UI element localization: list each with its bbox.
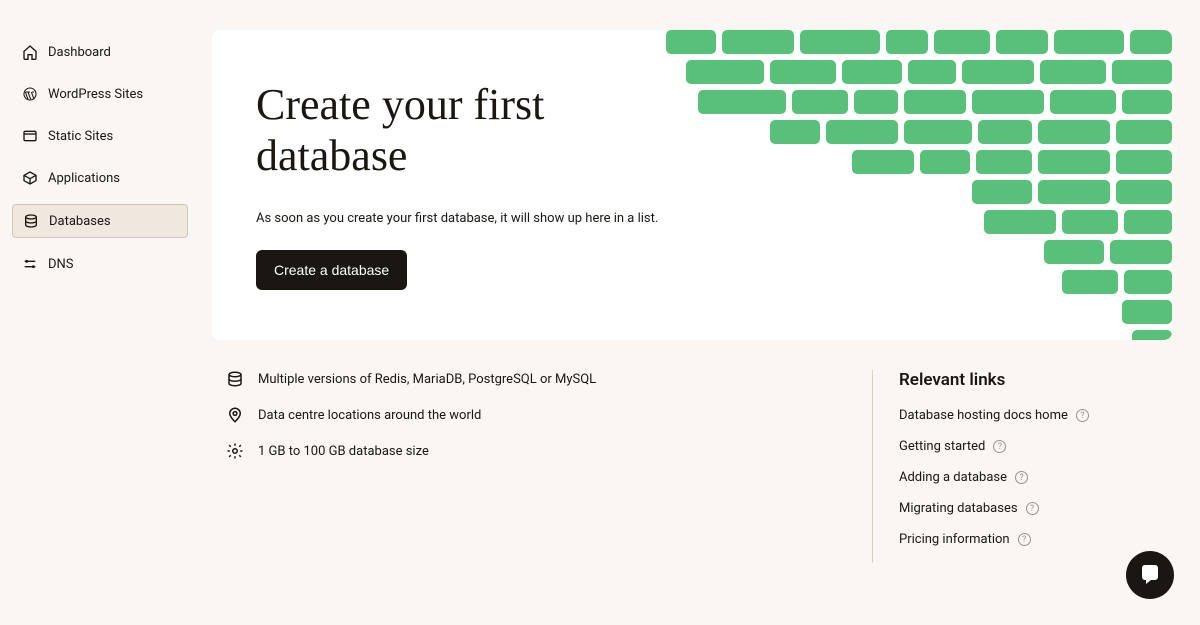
applications-icon bbox=[22, 170, 38, 186]
wordpress-icon bbox=[22, 86, 38, 102]
chat-button[interactable] bbox=[1126, 551, 1174, 599]
features-list: Multiple versions of Redis, MariaDB, Pos… bbox=[226, 370, 848, 563]
sidebar-item-wordpress[interactable]: WordPress Sites bbox=[12, 78, 188, 110]
feature-item: Data centre locations around the world bbox=[226, 406, 848, 424]
decorative-bricks bbox=[612, 30, 1172, 340]
links-title: Relevant links bbox=[899, 370, 1172, 390]
main-content: Create your first database As soon as yo… bbox=[200, 0, 1200, 625]
hero-subtitle: As soon as you create your first databas… bbox=[256, 211, 676, 226]
hero-title-line1: Create your first bbox=[256, 80, 544, 129]
static-icon bbox=[22, 128, 38, 144]
link-docs-home[interactable]: Database hosting docs home ? bbox=[899, 408, 1172, 423]
sidebar-label: Applications bbox=[48, 171, 120, 186]
sidebar-item-static[interactable]: Static Sites bbox=[12, 120, 188, 152]
sidebar: Dashboard WordPress Sites Static Sites A… bbox=[0, 0, 200, 625]
dns-icon bbox=[22, 256, 38, 272]
create-database-button[interactable]: Create a database bbox=[256, 250, 407, 290]
location-icon bbox=[226, 406, 244, 424]
help-icon: ? bbox=[1015, 471, 1028, 484]
link-text: Migrating databases bbox=[899, 501, 1018, 516]
feature-text: Data centre locations around the world bbox=[258, 408, 481, 423]
sidebar-label: WordPress Sites bbox=[48, 87, 143, 102]
link-getting-started[interactable]: Getting started ? bbox=[899, 439, 1172, 454]
chat-icon bbox=[1138, 563, 1162, 587]
feature-text: 1 GB to 100 GB database size bbox=[258, 444, 429, 459]
sidebar-item-dns[interactable]: DNS bbox=[12, 248, 188, 280]
sidebar-item-dashboard[interactable]: Dashboard bbox=[12, 36, 188, 68]
feature-item: 1 GB to 100 GB database size bbox=[226, 442, 848, 460]
feature-text: Multiple versions of Redis, MariaDB, Pos… bbox=[258, 372, 596, 387]
sidebar-item-databases[interactable]: Databases bbox=[12, 204, 188, 238]
sidebar-label: Databases bbox=[49, 214, 111, 229]
link-text: Getting started bbox=[899, 439, 985, 454]
help-icon: ? bbox=[1076, 409, 1089, 422]
home-icon bbox=[22, 44, 38, 60]
sidebar-item-applications[interactable]: Applications bbox=[12, 162, 188, 194]
sidebar-label: DNS bbox=[48, 257, 74, 272]
relevant-links: Relevant links Database hosting docs hom… bbox=[872, 370, 1172, 563]
link-pricing-information[interactable]: Pricing information ? bbox=[899, 532, 1172, 547]
link-adding-database[interactable]: Adding a database ? bbox=[899, 470, 1172, 485]
sidebar-label: Static Sites bbox=[48, 129, 113, 144]
link-migrating-databases[interactable]: Migrating databases ? bbox=[899, 501, 1172, 516]
database-icon bbox=[23, 213, 39, 229]
help-icon: ? bbox=[1018, 533, 1031, 546]
link-text: Database hosting docs home bbox=[899, 408, 1068, 423]
link-text: Pricing information bbox=[899, 532, 1010, 547]
link-text: Adding a database bbox=[899, 470, 1007, 485]
help-icon: ? bbox=[993, 440, 1006, 453]
database-icon bbox=[226, 370, 244, 388]
feature-item: Multiple versions of Redis, MariaDB, Pos… bbox=[226, 370, 848, 388]
hero-title: Create your first database bbox=[256, 80, 676, 181]
help-icon: ? bbox=[1026, 502, 1039, 515]
sidebar-label: Dashboard bbox=[48, 45, 111, 60]
hero-title-line2: database bbox=[256, 131, 407, 180]
hero-card: Create your first database As soon as yo… bbox=[212, 30, 1172, 340]
gear-icon bbox=[226, 442, 244, 460]
